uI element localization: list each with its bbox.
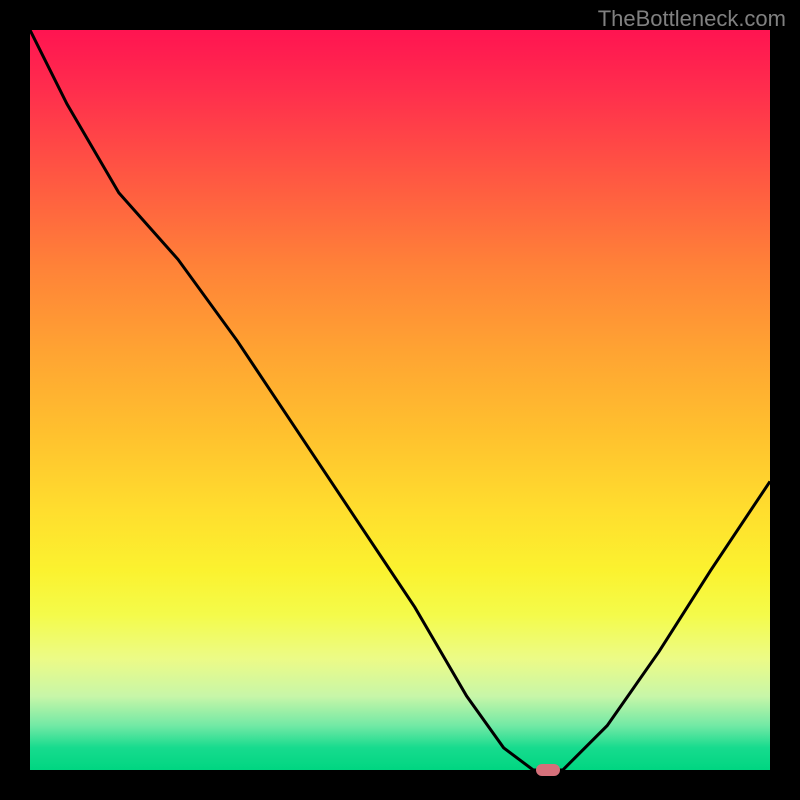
chart-plot xyxy=(30,30,770,770)
chart-curve xyxy=(30,30,770,770)
chart-marker xyxy=(536,764,560,776)
attribution-text: TheBottleneck.com xyxy=(598,6,786,32)
chart-line-layer xyxy=(30,30,770,770)
